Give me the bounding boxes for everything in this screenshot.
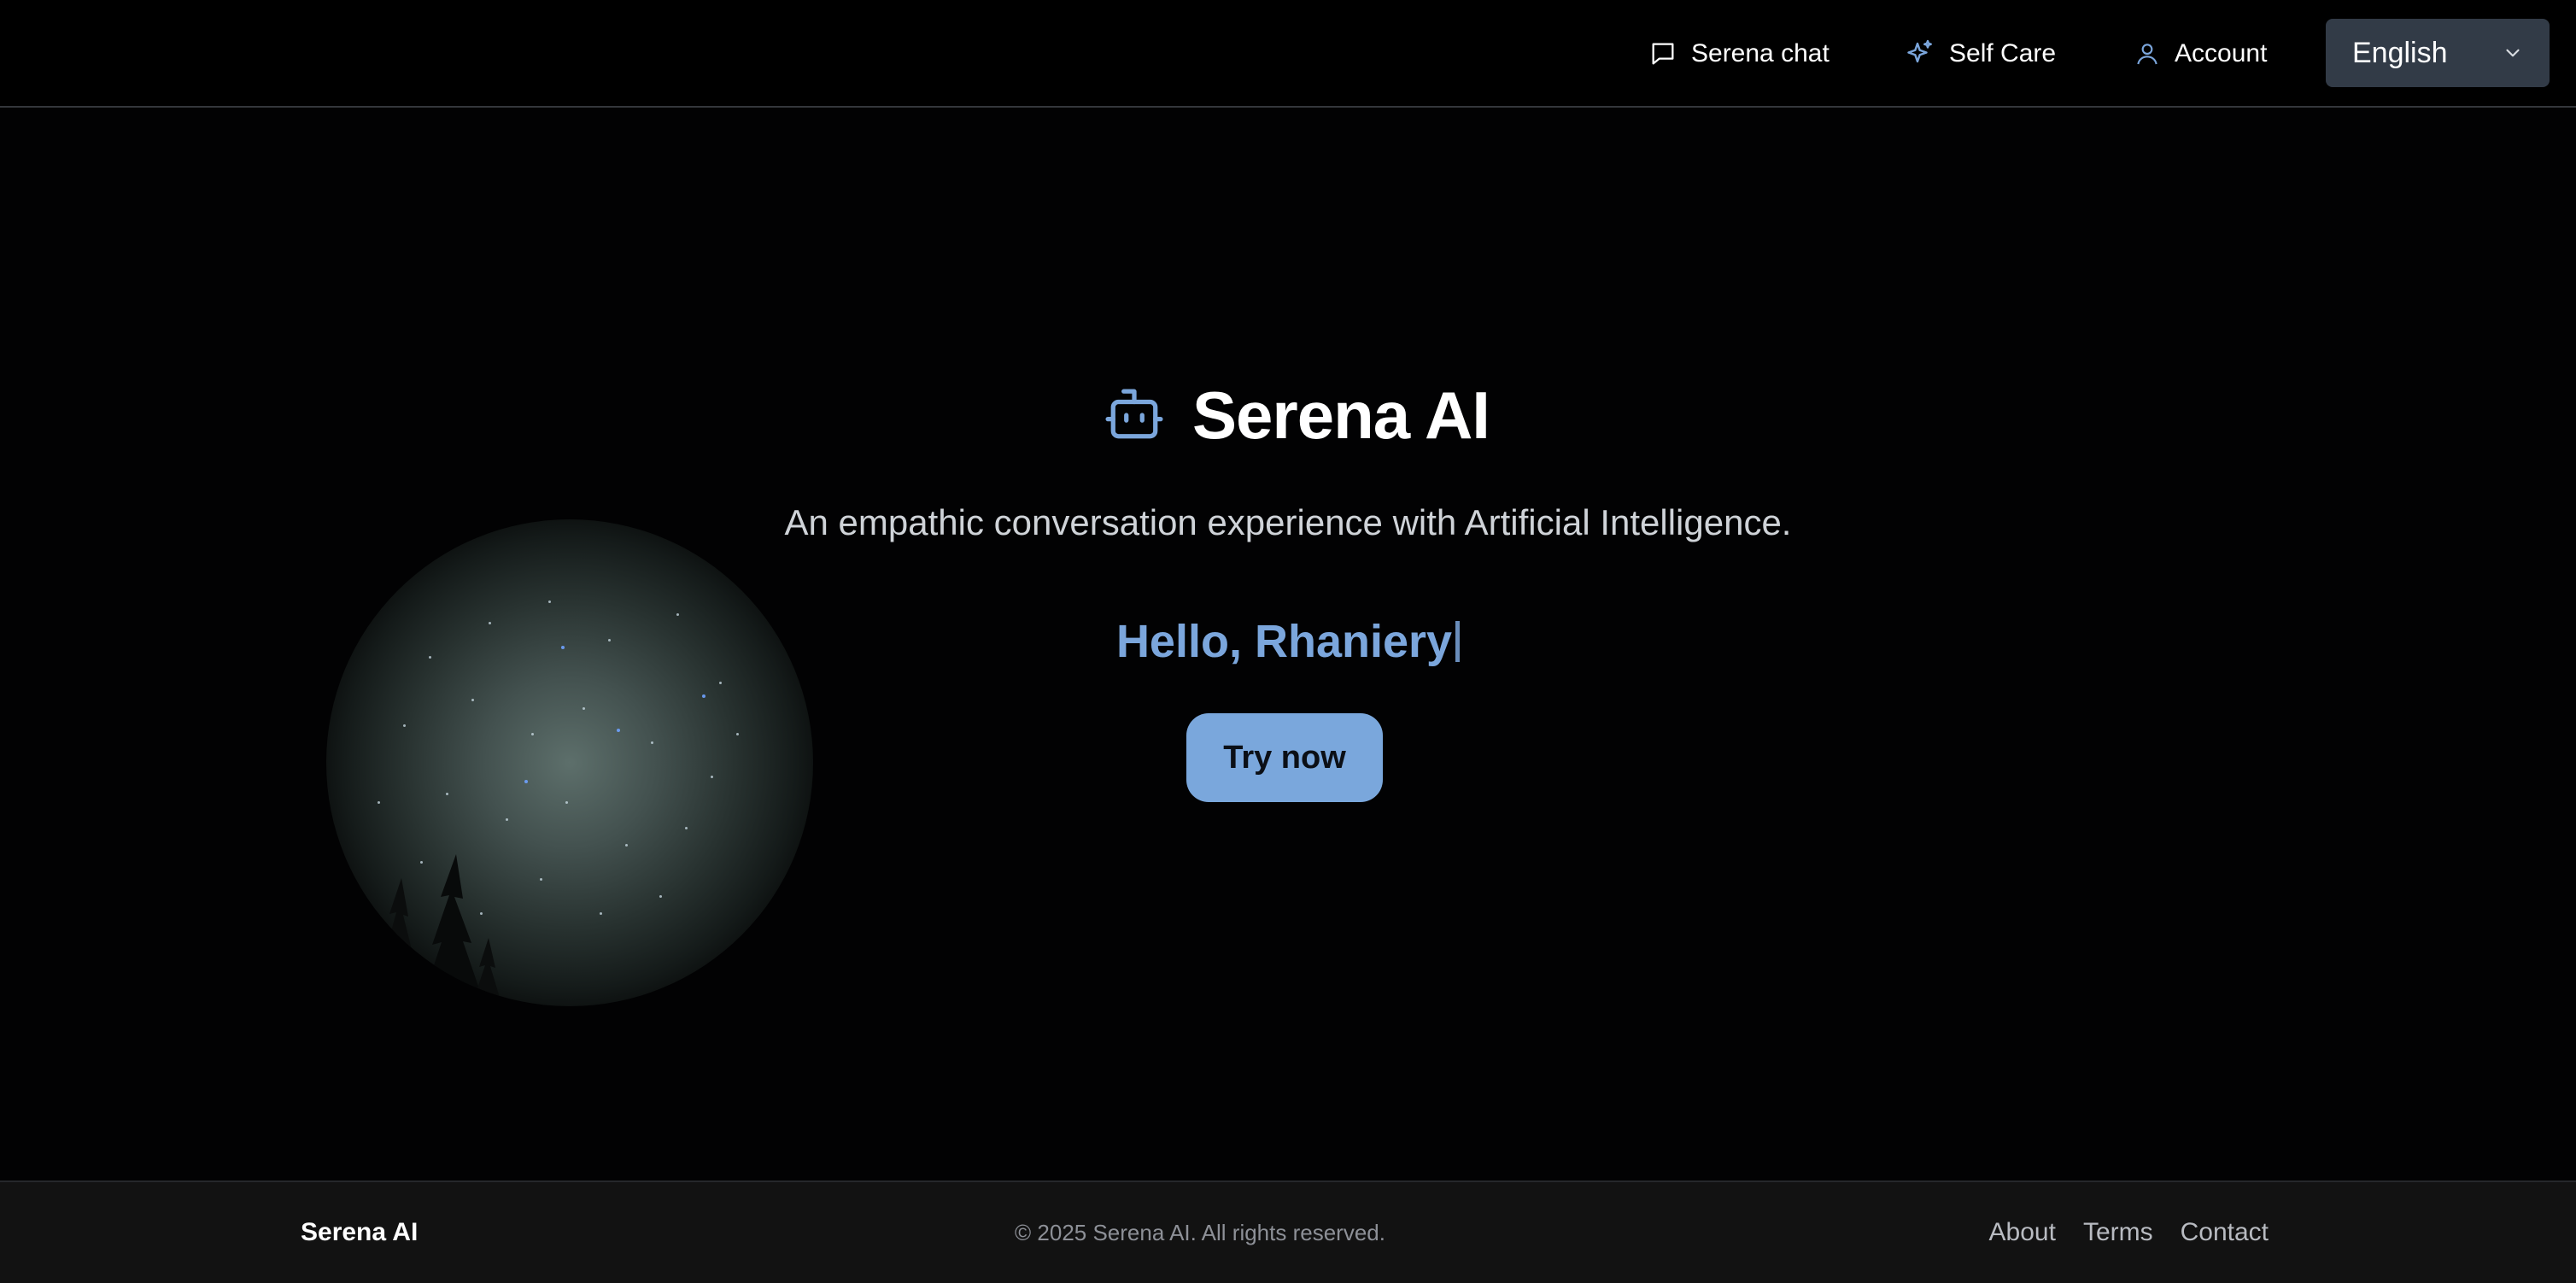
night-sky-image — [326, 519, 813, 1006]
pine-trees-silhouette — [378, 854, 502, 1006]
greeting-text: Hello, Rhaniery — [0, 615, 2576, 668]
typing-caret — [1455, 621, 1461, 662]
nav-account-label: Account — [2175, 39, 2268, 67]
footer-links: About Terms Contact — [1989, 1218, 2269, 1247]
footer-link-terms[interactable]: Terms — [2083, 1218, 2153, 1247]
page: Serena chat Self Care Account English Se… — [0, 0, 2576, 1283]
chevron-down-icon — [2506, 49, 2520, 57]
nav-serena-chat-label: Serena chat — [1691, 39, 1830, 67]
nav-account[interactable]: Account — [2134, 32, 2267, 75]
footer: Serena AI © 2025 Serena AI. All rights r… — [0, 1180, 2576, 1283]
top-navbar: Serena chat Self Care Account English — [0, 0, 2576, 108]
chat-bubble-icon — [1652, 43, 1674, 65]
language-select-value: English — [2352, 36, 2448, 69]
try-now-button[interactable]: Try now — [1186, 713, 1383, 802]
footer-link-contact[interactable]: Contact — [2181, 1218, 2269, 1247]
hero-tagline: An empathic conversation experience with… — [784, 502, 1792, 542]
user-icon — [2137, 44, 2157, 65]
nav-serena-chat[interactable]: Serena chat — [1648, 32, 1830, 75]
brand-row: Serena AI — [1102, 372, 1490, 458]
footer-link-about[interactable]: About — [1989, 1218, 2056, 1247]
hero-title: Serena AI — [1192, 377, 1490, 453]
language-select[interactable]: English — [2326, 19, 2550, 87]
nav-self-care[interactable]: Self Care — [1905, 32, 2056, 75]
robot-icon — [1105, 389, 1163, 439]
greeting-label: Hello, Rhaniery — [1115, 616, 1453, 667]
nav-self-care-label: Self Care — [1949, 39, 2057, 67]
sparkles-icon — [1907, 39, 1932, 63]
